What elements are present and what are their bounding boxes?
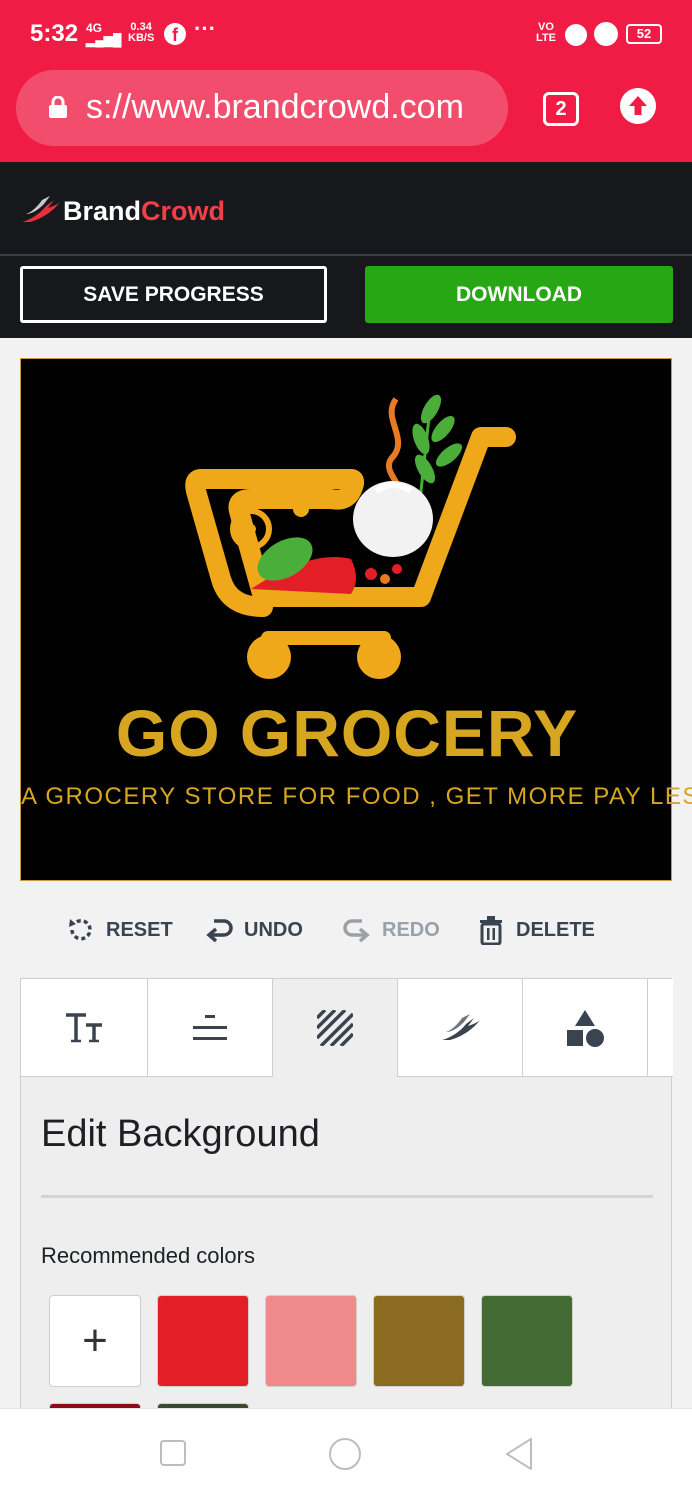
delete-label: DELETE [516,918,595,941]
panel-title: Edit Background [41,1113,320,1155]
back-icon[interactable] [503,1437,535,1471]
delete-button[interactable]: DELETE [476,910,595,950]
status-time: 5:32 [30,20,79,47]
color-swatch[interactable] [157,1295,249,1387]
download-button[interactable]: DOWNLOAD [365,266,673,323]
edit-toolbar: RESET UNDO REDO DELETE [0,900,692,960]
edit-panel: Edit Background Recommended colors + [20,978,673,1495]
align-center-icon [193,1015,227,1040]
recommended-colors-label: Recommended colors [41,1243,255,1268]
grocery-cart-illustration [185,394,516,679]
data-saver-icon [565,24,587,46]
color-swatch[interactable] [373,1295,465,1387]
tab-brand[interactable] [398,979,523,1077]
site-header: BrandCrowd [0,162,692,254]
undo-icon [206,919,233,943]
plus-icon: + [82,1316,108,1365]
lock-icon [49,96,67,118]
tab-switcher-button[interactable]: 2 [543,92,579,126]
tab-alignment[interactable] [148,979,273,1077]
brand-name[interactable]: BrandCrowd [63,196,225,227]
logo-title[interactable]: GO GROCERY [21,695,673,771]
browser-toolbar: s://www.brandcrowd.com 2 [0,68,692,162]
trash-icon [480,916,502,945]
color-swatch[interactable] [265,1295,357,1387]
logo-tagline[interactable]: A GROCERY STORE FOR FOOD , GET MORE PAY … [21,783,692,811]
editor-tab-row [21,979,673,1077]
shapes-icon [567,1010,604,1047]
action-bar: SAVE PROGRESS DOWNLOAD [0,256,692,338]
undo-label: UNDO [244,918,303,941]
alarm-icon [594,22,618,46]
recents-icon[interactable] [159,1439,187,1467]
redo-button[interactable]: REDO [342,910,440,950]
reset-button[interactable]: RESET [66,910,173,950]
redo-icon [343,919,370,943]
brand-logo-icon [442,1014,480,1040]
undo-button[interactable]: UNDO [204,910,303,950]
upload-icon[interactable] [620,88,656,124]
redo-label: REDO [382,918,440,941]
network-speed: 0.34 KB/S [128,21,155,44]
brandcrowd-logo-icon[interactable] [20,194,60,226]
home-icon[interactable] [328,1437,362,1471]
save-progress-button[interactable]: SAVE PROGRESS [20,266,327,323]
panel-divider [41,1195,653,1198]
battery-indicator: 52 [626,24,662,44]
facebook-icon: f [164,23,186,45]
garlic [353,481,433,557]
tab-background[interactable] [273,979,398,1077]
background-stripes-icon [317,1010,353,1046]
volte-indicator: VO LTE [536,21,556,44]
system-nav-bar [0,1408,692,1500]
tab-text[interactable] [21,979,148,1077]
reset-icon [69,918,92,941]
color-swatch[interactable] [481,1295,573,1387]
status-bar: 5:32 4G ▂▄▆█ 0.34 KB/S f ··· VO LTE 52 [0,0,692,68]
add-color-button[interactable]: + [49,1295,141,1387]
text-size-icon [66,1013,102,1043]
url-text: s://www.brandcrowd.com [86,88,464,126]
network-indicator: 4G ▂▄▆█ [86,21,122,47]
more-notifications-icon: ··· [194,16,216,41]
tab-shapes[interactable] [523,979,648,1077]
reset-label: RESET [106,918,173,941]
logo-canvas[interactable]: GO GROCERY A GROCERY STORE FOR FOOD , GE… [20,358,692,881]
address-bar[interactable]: s://www.brandcrowd.com [16,70,508,146]
